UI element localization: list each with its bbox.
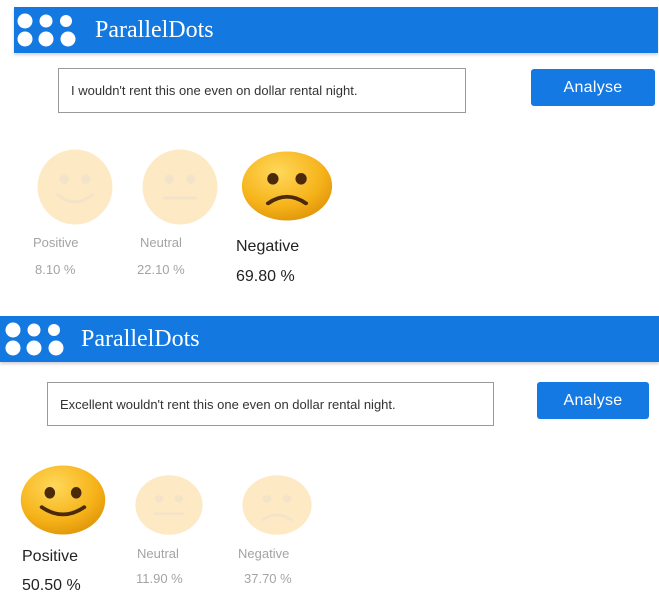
paralleldots-logo-icon [17, 13, 76, 47]
text-input[interactable]: I wouldn't rent this one even on dollar … [58, 68, 466, 113]
negative-label: Negative [236, 238, 300, 255]
analyse-button[interactable]: Analyse [531, 69, 655, 106]
negative-score: 37.70 % [244, 571, 292, 586]
neutral-face-icon [135, 475, 203, 535]
app-header: ParallelDots [14, 7, 658, 53]
neutral-score: 22.10 % [137, 262, 185, 277]
positive-label: Positive [33, 235, 79, 250]
positive-score: 8.10 % [35, 262, 76, 277]
analyse-button[interactable]: Analyse [537, 382, 649, 419]
positive-label: Positive [22, 548, 79, 565]
smile-icon [37, 149, 113, 225]
negative-label: Negative [238, 546, 290, 561]
brand-name: ParallelDots [95, 17, 214, 43]
paralleldots-logo-icon [5, 322, 64, 356]
neutral-face-icon [142, 149, 218, 225]
positive-score: 50.50 % [22, 577, 81, 594]
app-header: ParallelDots [0, 316, 659, 362]
frown-icon [241, 151, 333, 221]
brand-name: ParallelDots [81, 326, 200, 352]
neutral-score: 11.90 % [136, 571, 183, 586]
neutral-label: Neutral [137, 546, 179, 561]
text-input[interactable]: Excellent wouldn't rent this one even on… [47, 382, 494, 426]
frown-icon [242, 475, 312, 535]
smile-icon [20, 465, 106, 535]
negative-score: 69.80 % [236, 268, 295, 285]
neutral-label: Neutral [140, 235, 182, 250]
